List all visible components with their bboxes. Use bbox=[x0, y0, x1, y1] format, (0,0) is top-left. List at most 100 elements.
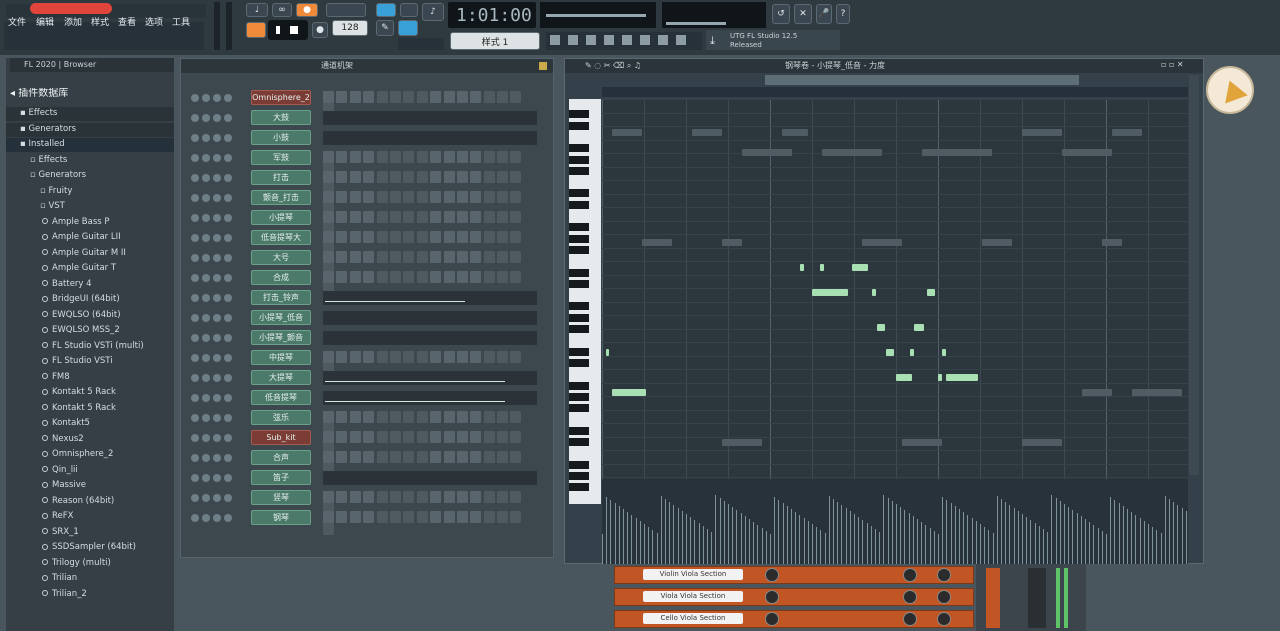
step-button[interactable] bbox=[336, 431, 348, 443]
step-button[interactable] bbox=[443, 151, 455, 163]
velocity-bar[interactable] bbox=[635, 518, 637, 564]
velocity-bar[interactable] bbox=[795, 512, 797, 564]
step-sequencer[interactable] bbox=[323, 191, 537, 215]
channel-knob[interactable] bbox=[191, 334, 199, 342]
velocity-bar[interactable] bbox=[744, 516, 746, 564]
channel-row[interactable]: 低音提琴大 bbox=[187, 229, 547, 255]
plugin-picker-icon[interactable] bbox=[640, 35, 650, 45]
step-button[interactable] bbox=[376, 351, 388, 363]
help-button[interactable]: ? bbox=[836, 4, 850, 24]
channel-row[interactable]: 低音提琴 bbox=[187, 389, 547, 407]
browser-item[interactable]: Trilogy (multi) bbox=[6, 557, 174, 571]
step-button[interactable] bbox=[363, 491, 375, 503]
step-sequencer[interactable] bbox=[323, 91, 537, 115]
master-volume-slider[interactable] bbox=[214, 2, 220, 50]
browser-item[interactable]: SRX_1 bbox=[6, 526, 174, 540]
channel-row[interactable]: 合声 bbox=[187, 449, 547, 475]
vertical-scrollbar[interactable] bbox=[1189, 75, 1199, 475]
project-info-icon[interactable] bbox=[676, 35, 686, 45]
channel-knob[interactable] bbox=[191, 474, 199, 482]
velocity-bar[interactable] bbox=[1169, 499, 1170, 564]
step-button[interactable] bbox=[416, 211, 428, 223]
channel-row[interactable]: 打击 bbox=[187, 169, 547, 195]
browser-item[interactable]: Ample Guitar LII bbox=[6, 231, 174, 245]
note[interactable] bbox=[877, 324, 885, 331]
step-button[interactable] bbox=[497, 431, 509, 443]
step-button[interactable] bbox=[363, 431, 375, 443]
velocity-bar[interactable] bbox=[879, 532, 881, 564]
step-button[interactable] bbox=[430, 491, 442, 503]
step-button[interactable] bbox=[443, 411, 455, 423]
browser-item[interactable]: ReFX bbox=[6, 510, 174, 524]
velocity-bar[interactable] bbox=[1076, 513, 1078, 564]
channel-knob[interactable] bbox=[213, 174, 221, 182]
velocity-bar[interactable] bbox=[833, 499, 834, 564]
step-button[interactable] bbox=[443, 271, 455, 283]
step-button[interactable] bbox=[470, 511, 482, 523]
velocity-bar[interactable] bbox=[1164, 496, 1166, 564]
velocity-bar[interactable] bbox=[786, 506, 788, 564]
channel-name-button[interactable]: 低音提琴大 bbox=[251, 230, 311, 245]
step-button[interactable] bbox=[470, 451, 482, 463]
channel-name-button[interactable]: 小提琴_低音 bbox=[251, 310, 311, 325]
browser-section-title[interactable]: ◂ 插件数据库 bbox=[10, 88, 174, 102]
play-icon[interactable] bbox=[276, 26, 280, 34]
step-button[interactable] bbox=[336, 351, 348, 363]
channel-knob[interactable] bbox=[224, 234, 232, 242]
velocity-bar[interactable] bbox=[812, 524, 813, 564]
browser-item[interactable]: Reason (64bit) bbox=[6, 495, 174, 509]
velocity-bar[interactable] bbox=[770, 534, 771, 564]
channel-knob[interactable] bbox=[191, 274, 199, 282]
step-button[interactable] bbox=[323, 211, 334, 223]
velocity-bar[interactable] bbox=[1173, 502, 1175, 564]
browser-item[interactable]: Kontakt5 bbox=[6, 417, 174, 431]
velocity-bar[interactable] bbox=[610, 500, 612, 564]
velocity-bar[interactable] bbox=[694, 520, 696, 564]
piano-icon-button[interactable]: ♪ bbox=[422, 3, 444, 21]
mixer-knob[interactable] bbox=[765, 590, 779, 604]
channel-knob[interactable] bbox=[213, 374, 221, 382]
step-button[interactable] bbox=[456, 191, 468, 203]
menu-edit[interactable]: 编辑 bbox=[36, 17, 54, 29]
velocity-bar[interactable] bbox=[858, 517, 860, 564]
step-button[interactable] bbox=[403, 411, 415, 423]
step-button[interactable] bbox=[336, 191, 348, 203]
channel-row[interactable]: 军鼓 bbox=[187, 149, 547, 175]
velocity-bar[interactable] bbox=[753, 522, 755, 564]
velocity-bar[interactable] bbox=[841, 505, 843, 564]
step-button[interactable] bbox=[497, 211, 509, 223]
velocity-bar[interactable] bbox=[1001, 499, 1002, 564]
channel-row[interactable]: 大鼓 bbox=[187, 109, 547, 127]
channel-knob[interactable] bbox=[191, 414, 199, 422]
undo-button[interactable]: ↺ bbox=[772, 4, 790, 24]
note[interactable] bbox=[820, 264, 824, 271]
step-button[interactable] bbox=[323, 151, 334, 163]
black-key[interactable] bbox=[569, 404, 589, 413]
step-button[interactable] bbox=[416, 431, 428, 443]
step-button[interactable] bbox=[376, 91, 388, 103]
step-button[interactable] bbox=[416, 171, 428, 183]
step-button[interactable] bbox=[456, 231, 468, 243]
channel-row[interactable]: 小提琴_颤音 bbox=[187, 329, 547, 347]
step-button[interactable] bbox=[483, 151, 495, 163]
step-button[interactable] bbox=[416, 511, 428, 523]
step-button[interactable] bbox=[483, 431, 495, 443]
browser-item[interactable]: Massive bbox=[6, 479, 174, 493]
step-button[interactable] bbox=[376, 491, 388, 503]
note[interactable] bbox=[927, 289, 935, 296]
master-pitch-slider[interactable] bbox=[226, 2, 232, 50]
channel-knob[interactable] bbox=[213, 514, 221, 522]
mini-pianoroll[interactable] bbox=[323, 131, 537, 145]
channel-knob[interactable] bbox=[224, 334, 232, 342]
velocity-bar[interactable] bbox=[954, 506, 956, 564]
step-sequencer[interactable] bbox=[323, 271, 537, 295]
window-controls[interactable]: ▫ ▫ ✕ bbox=[1161, 59, 1184, 71]
step-button[interactable] bbox=[483, 451, 495, 463]
velocity-bar[interactable] bbox=[749, 519, 750, 564]
step-button[interactable] bbox=[349, 251, 361, 263]
mixer-knob[interactable] bbox=[765, 612, 779, 626]
channel-knob[interactable] bbox=[224, 134, 232, 142]
step-button[interactable] bbox=[430, 451, 442, 463]
mini-pianoroll[interactable] bbox=[323, 391, 537, 405]
velocity-bar[interactable] bbox=[644, 524, 645, 564]
